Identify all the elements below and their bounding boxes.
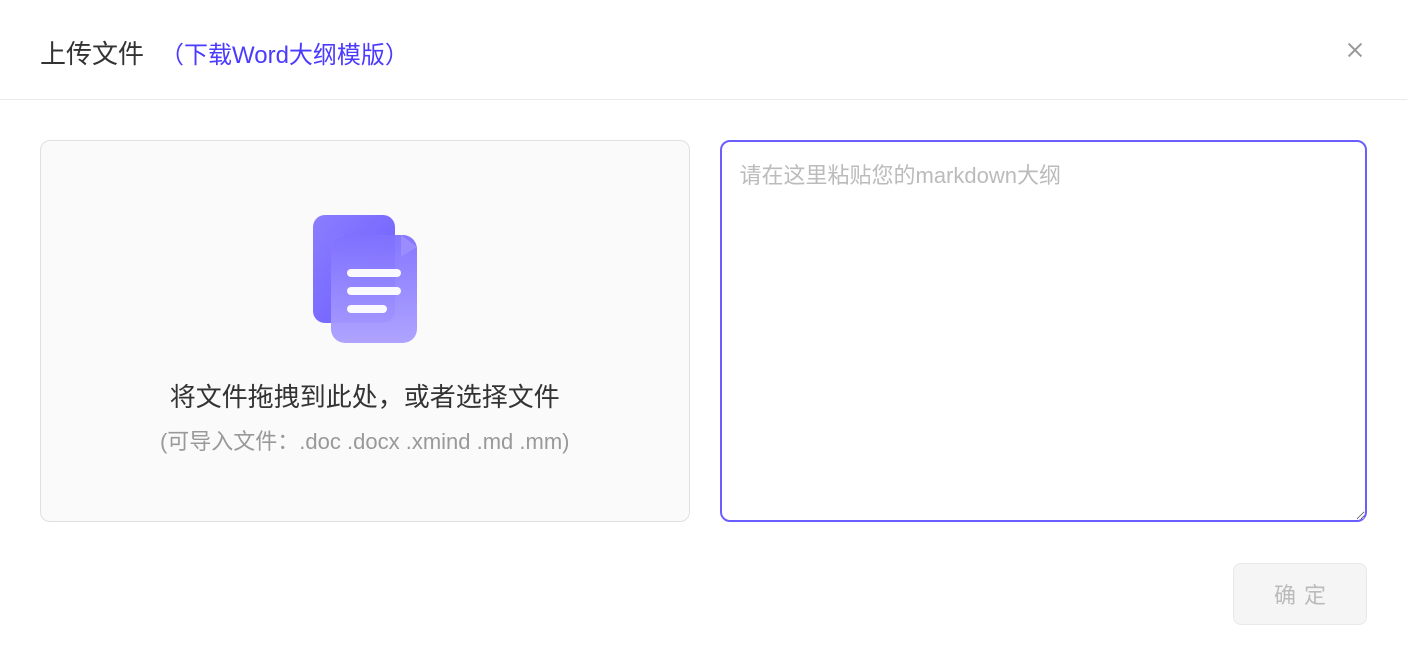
markdown-input-wrap — [720, 140, 1368, 527]
modal-title: 上传文件 — [40, 34, 144, 71]
modal-content: 将文件拖拽到此处，或者选择文件 (可导入文件：.doc .docx .xmind… — [0, 100, 1407, 567]
modal-header: 上传文件 （下载Word大纲模版） — [0, 0, 1407, 100]
dropzone-main-text: 将文件拖拽到此处，或者选择文件 — [170, 377, 560, 414]
download-template-link[interactable]: （下载Word大纲模版） — [160, 35, 409, 70]
modal-footer: 确定 — [1233, 563, 1367, 625]
close-icon — [1344, 39, 1366, 61]
markdown-textarea[interactable] — [720, 140, 1368, 522]
close-button[interactable] — [1343, 38, 1367, 62]
file-dropzone[interactable]: 将文件拖拽到此处，或者选择文件 (可导入文件：.doc .docx .xmind… — [40, 140, 690, 522]
upload-modal: 上传文件 （下载Word大纲模版） — [0, 0, 1407, 653]
dropzone-hint-text: (可导入文件：.doc .docx .xmind .md .mm) — [160, 424, 570, 456]
confirm-button[interactable]: 确定 — [1233, 563, 1367, 625]
document-stack-icon — [295, 207, 435, 347]
